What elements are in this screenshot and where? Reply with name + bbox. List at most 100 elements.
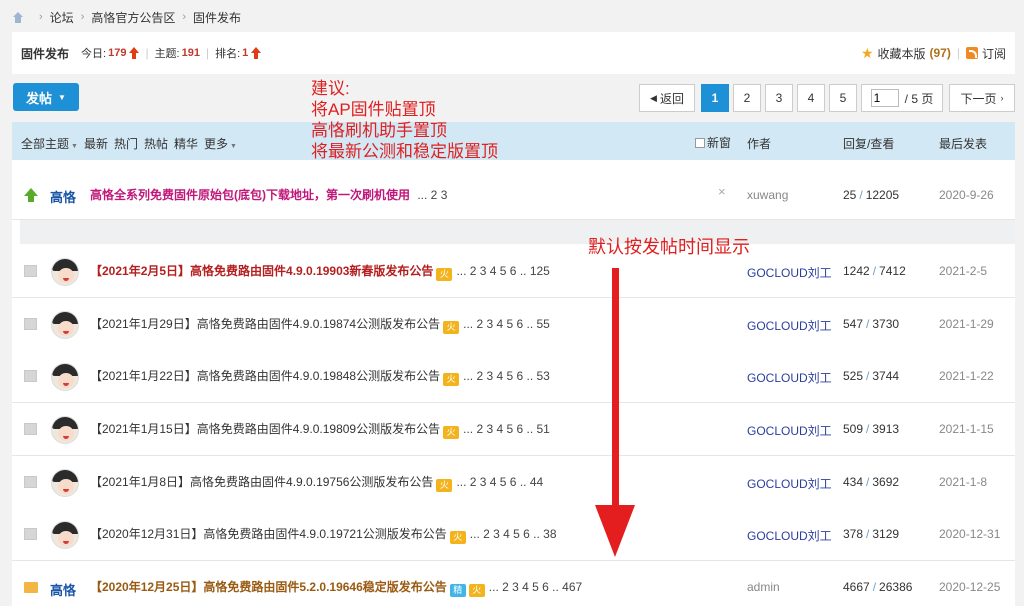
- thread-list: 高恪 高恪全系列免费固件原始包(底包)下载地址，第一次刷机使用 ... 2 3 …: [12, 160, 1015, 606]
- thread-row[interactable]: 高恪 【2020年12月25日】高恪免费路由固件5.2.0.19646稳定版发布公…: [12, 561, 1015, 606]
- avatar[interactable]: [51, 416, 79, 444]
- hot-badge-icon: 火: [443, 321, 460, 334]
- avatar[interactable]: [51, 521, 79, 549]
- thread-row[interactable]: 【2020年12月31日】高恪免费路由固件4.9.0.19721公测版发布公告火…: [12, 508, 1015, 561]
- digest-badge-icon: 精: [449, 584, 466, 597]
- star-icon: ★: [860, 44, 874, 61]
- thread-replies: 547/3730: [843, 317, 900, 331]
- thread-last-post[interactable]: 2020-9-26: [939, 188, 994, 202]
- thread-author[interactable]: GOCLOUD刘工: [747, 422, 832, 439]
- new-window-toggle[interactable]: 新窗: [695, 134, 731, 151]
- thread-author[interactable]: GOCLOUD刘工: [747, 369, 832, 386]
- page-3-button[interactable]: 3: [765, 84, 793, 112]
- filter-more[interactable]: 更多 ▼: [204, 135, 237, 152]
- stat-topics: 主题: 191: [154, 47, 200, 60]
- subscribe-link[interactable]: 订阅: [982, 45, 1006, 62]
- annotation-suggestion: 建议: 将AP固件贴置顶 高恪刷机助手置顶 将最新公测和稳定版置顶: [311, 79, 498, 161]
- document-icon: [24, 423, 37, 435]
- thread-pages[interactable]: ... 2 3 4 5 6 .. 53: [463, 369, 550, 383]
- avatar[interactable]: [51, 363, 79, 391]
- breadcrumb-section[interactable]: 高恪官方公告区: [91, 9, 175, 26]
- home-icon[interactable]: [12, 11, 24, 23]
- page-2-button[interactable]: 2: [733, 84, 761, 112]
- thread-replies: 378/3129: [843, 527, 900, 541]
- thread-replies: 4667/26386: [843, 580, 913, 594]
- new-window-checkbox[interactable]: [695, 137, 705, 148]
- page-5-button[interactable]: 5: [829, 84, 857, 112]
- breadcrumb-current[interactable]: 固件发布: [193, 9, 241, 26]
- breadcrumb-forum[interactable]: 论坛: [50, 9, 74, 26]
- thread-title[interactable]: 【2020年12月31日】高恪免费路由固件4.9.0.19721公测版发布公告: [90, 527, 447, 541]
- page-input[interactable]: [870, 89, 899, 107]
- thread-pages[interactable]: ... 2 3 4 5 6 .. 55: [463, 317, 550, 331]
- thread-title[interactable]: 【2020年12月25日】高恪免费路由固件5.2.0.19646稳定版发布公告: [90, 580, 447, 594]
- thread-last-post[interactable]: 2021-1-22: [939, 369, 994, 383]
- thread-author[interactable]: GOCLOUD刘工: [747, 317, 832, 334]
- thread-author[interactable]: GOCLOUD刘工: [747, 264, 832, 281]
- gocloud-logo: 高恪: [50, 190, 77, 205]
- document-icon: [24, 528, 37, 540]
- thread-row[interactable]: 【2021年1月15日】高恪免费路由固件4.9.0.19809公测版发布公告火.…: [12, 403, 1015, 456]
- thread-author[interactable]: GOCLOUD刘工: [747, 475, 832, 492]
- thread-last-post[interactable]: 2021-1-15: [939, 422, 994, 436]
- thread-replies: 25/12205: [843, 188, 900, 202]
- forum-info-bar: 固件发布 今日: 179 | 主题: 191 | 排名: 1 ★ 收藏本版 (9…: [12, 32, 1015, 74]
- filter-bar: 全部主题 ▼ 最新 热门 热帖 精华 更多 ▼: [21, 135, 237, 152]
- filter-hot[interactable]: 热门: [114, 135, 138, 152]
- page-4-button[interactable]: 4: [797, 84, 825, 112]
- filter-newest[interactable]: 最新: [84, 135, 108, 152]
- thread-last-post[interactable]: 2021-2-5: [939, 264, 987, 278]
- caret-down-icon: ▼: [71, 143, 78, 150]
- thread-title[interactable]: 【2021年1月15日】高恪免费路由固件4.9.0.19809公测版发布公告: [90, 422, 440, 436]
- avatar[interactable]: [51, 311, 79, 339]
- thread-last-post[interactable]: 2020-12-25: [939, 580, 1000, 594]
- thread-title[interactable]: 高恪全系列免费固件原始包(底包)下载地址，第一次刷机使用: [90, 188, 410, 202]
- thread-pages[interactable]: ... 2 3 4 5 6 .. 44: [456, 475, 543, 489]
- thread-pages[interactable]: ... 2 3 4 5 6 .. 38: [470, 527, 557, 541]
- page-jump: / 5 页: [861, 84, 943, 112]
- new-post-button[interactable]: 发帖 ▼: [13, 83, 79, 111]
- up-arrow-icon: [251, 47, 262, 59]
- thread-title[interactable]: 【2021年1月29日】高恪免费路由固件4.9.0.19874公测版发布公告: [90, 317, 440, 331]
- sticky-thread-row[interactable]: 高恪 高恪全系列免费固件原始包(底包)下载地址，第一次刷机使用 ... 2 3 …: [12, 160, 1015, 220]
- page-1-button[interactable]: 1: [701, 84, 729, 112]
- thread-row[interactable]: 【2021年1月29日】高恪免费路由固件4.9.0.19874公测版发布公告火.…: [12, 298, 1015, 351]
- document-icon: [24, 265, 37, 277]
- thread-last-post[interactable]: 2021-1-8: [939, 475, 987, 489]
- thread-pages[interactable]: ... 2 3 4 5 6 .. 51: [463, 422, 550, 436]
- forum-title: 固件发布: [21, 46, 70, 61]
- next-page-button[interactable]: 下一页 ›: [949, 84, 1015, 112]
- hot-badge-icon: 火: [468, 584, 485, 597]
- document-icon: [24, 318, 37, 330]
- thread-row[interactable]: 【2021年1月8日】高恪免费路由固件4.9.0.19756公测版发布公告火..…: [12, 456, 1015, 509]
- annotation-arrow-down-icon: [595, 505, 635, 557]
- back-button[interactable]: ◀ 返回: [639, 84, 695, 112]
- rss-icon: [965, 47, 978, 59]
- close-icon[interactable]: ×: [718, 184, 726, 199]
- avatar[interactable]: [51, 258, 79, 286]
- avatar[interactable]: [51, 469, 79, 497]
- breadcrumb: › 论坛 › 高恪官方公告区 › 固件发布: [12, 8, 241, 26]
- thread-row[interactable]: 【2021年2月5日】高恪免费路由固件4.9.0.19903新春版发布公告火..…: [12, 245, 1015, 298]
- filter-all[interactable]: 全部主题 ▼: [21, 135, 78, 152]
- thread-title[interactable]: 【2021年2月5日】高恪免费路由固件4.9.0.19903新春版发布公告: [90, 264, 433, 278]
- caret-down-icon: ▼: [230, 143, 237, 150]
- thread-last-post[interactable]: 2020-12-31: [939, 527, 1000, 541]
- thread-author[interactable]: xuwang: [747, 188, 788, 202]
- thread-last-post[interactable]: 2021-1-29: [939, 317, 994, 331]
- thread-title[interactable]: 【2021年1月8日】高恪免费路由固件4.9.0.19756公测版发布公告: [90, 475, 433, 489]
- thread-pages[interactable]: ... 2 3 4 5 6 .. 467: [489, 580, 582, 594]
- thread-author[interactable]: admin: [747, 580, 780, 594]
- filter-digest[interactable]: 精华: [174, 135, 198, 152]
- thread-pages[interactable]: ... 2 3 4 5 6 .. 125: [456, 264, 549, 278]
- chevron-right-icon: ›: [80, 11, 85, 23]
- hot-badge-icon: 火: [436, 268, 453, 281]
- thread-title[interactable]: 【2021年1月22日】高恪免费路由固件4.9.0.19848公测版发布公告: [90, 369, 440, 383]
- filter-hot-posts[interactable]: 热帖: [144, 135, 168, 152]
- chevron-left-icon: ◀: [650, 92, 657, 103]
- hot-badge-icon: 火: [449, 531, 466, 544]
- thread-author[interactable]: GOCLOUD刘工: [747, 527, 832, 544]
- thread-pages[interactable]: ... 2 3: [417, 188, 447, 202]
- favorite-link[interactable]: 收藏本版: [878, 45, 926, 62]
- thread-row[interactable]: 【2021年1月22日】高恪免费路由固件4.9.0.19848公测版发布公告火.…: [12, 350, 1015, 403]
